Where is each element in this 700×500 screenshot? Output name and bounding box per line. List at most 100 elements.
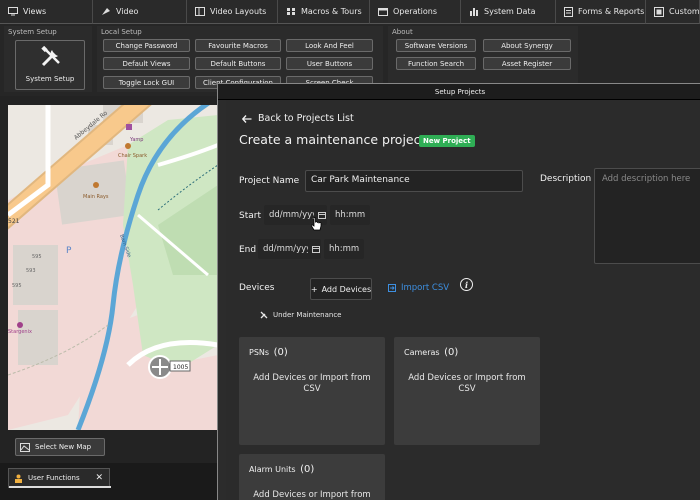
tab-video[interactable]: Video xyxy=(93,0,187,24)
setup-projects-dialog: Setup Projects Back to Projects List Cre… xyxy=(217,83,700,500)
tab-operations[interactable]: Operations xyxy=(370,0,461,24)
place-label: Chair Spark xyxy=(118,153,147,159)
import-csv-label: Import CSV xyxy=(401,283,450,293)
house-number: 595 xyxy=(12,283,22,289)
tab-label: Customize xyxy=(669,7,700,16)
card-title-text: Alarm Units xyxy=(249,465,296,474)
end-time-input[interactable]: hh:mm xyxy=(324,239,364,259)
default-views-button[interactable]: Default Views xyxy=(103,57,190,70)
default-buttons-button[interactable]: Default Buttons xyxy=(195,57,281,70)
arrow-left-icon xyxy=(242,114,252,123)
import-icon xyxy=(388,284,396,292)
video-icon xyxy=(102,8,110,15)
back-link[interactable]: Back to Projects List xyxy=(242,113,354,124)
tab-forms-reports[interactable]: Forms & Reports xyxy=(556,0,646,24)
close-icon[interactable]: ✕ xyxy=(95,473,103,483)
psns-card[interactable]: PSNs (0) Add Devices or Import from CSV xyxy=(239,337,385,445)
function-search-button[interactable]: Function Search xyxy=(396,57,476,70)
tab-label: Forms & Reports xyxy=(578,7,645,16)
project-name-input[interactable]: Car Park Maintenance xyxy=(305,170,523,192)
hand-cursor-icon xyxy=(310,217,322,231)
under-maintenance-label: Under Maintenance xyxy=(273,311,342,319)
start-label: Start xyxy=(239,211,261,221)
project-name-label: Project Name xyxy=(239,176,300,186)
map-view[interactable]: Abbeydale Ro Barn Side Yamp Chair Spark … xyxy=(8,105,218,430)
end-date-input[interactable]: dd/mm/yyyy xyxy=(258,239,321,259)
look-and-feel-button[interactable]: Look And Feel xyxy=(286,39,373,52)
end-label: End xyxy=(239,245,257,255)
dialog-title: Setup Projects xyxy=(434,87,486,96)
customize-icon xyxy=(654,6,664,17)
card-title: Alarm Units (0) xyxy=(249,464,314,475)
parking-label: P xyxy=(66,246,72,256)
marker-label: 1005 xyxy=(173,364,188,371)
layout-icon xyxy=(195,7,205,16)
user-functions-tab[interactable]: User Functions ✕ xyxy=(8,468,111,488)
import-csv-link[interactable]: Import CSV xyxy=(388,283,449,293)
card-empty-text: Add Devices or Import from CSV xyxy=(253,373,371,394)
tab-label: Views xyxy=(23,7,47,16)
user-icon xyxy=(15,474,22,483)
card-empty-text: Add Devices or Import from CSV xyxy=(253,490,371,500)
active-tab-underline xyxy=(9,486,111,488)
description-textarea[interactable]: Add description here xyxy=(594,168,700,264)
change-password-button[interactable]: Change Password xyxy=(103,39,190,52)
group-title: About xyxy=(392,28,413,36)
new-project-badge: New Project xyxy=(419,135,475,147)
back-label: Back to Projects List xyxy=(258,113,354,124)
alarm-units-card[interactable]: Alarm Units (0) Add Devices or Import fr… xyxy=(239,454,385,500)
favourite-macros-button[interactable]: Favourite Macros xyxy=(195,39,281,52)
asset-register-button[interactable]: Asset Register xyxy=(483,57,571,70)
start-time-input[interactable]: hh:mm xyxy=(330,205,370,225)
forms-icon xyxy=(564,6,573,17)
card-count: (0) xyxy=(444,347,459,358)
place-label: Yamp xyxy=(129,137,143,143)
select-map-label: Select New Map xyxy=(35,443,92,451)
house-number: 595 xyxy=(32,254,42,260)
monitor-icon xyxy=(8,7,18,16)
tab-macros-tours[interactable]: Macros & Tours xyxy=(278,0,370,24)
poi-icon xyxy=(17,322,23,328)
chart-icon xyxy=(470,8,478,16)
restaurant-icon xyxy=(93,182,99,188)
card-title: PSNs (0) xyxy=(249,347,288,358)
toggle-lock-gui-button[interactable]: Toggle Lock GUI xyxy=(103,76,190,89)
cafe-icon xyxy=(125,143,131,149)
tab-label: Video Layouts xyxy=(210,7,267,16)
tab-label: Operations xyxy=(393,7,437,16)
tab-views[interactable]: Views xyxy=(0,0,93,24)
add-devices-button[interactable]: + Add Devices xyxy=(310,278,372,300)
user-functions-label: User Functions xyxy=(28,474,80,482)
tab-system-data[interactable]: System Data xyxy=(461,0,556,24)
date-placeholder: dd/mm/yyyy xyxy=(269,210,314,220)
card-count: (0) xyxy=(300,464,315,475)
dialog-title-bar: Setup Projects xyxy=(218,84,700,100)
place-label: Main Rays xyxy=(83,194,109,200)
place-label: Stargenix xyxy=(8,329,32,335)
system-setup-label: System Setup xyxy=(25,75,75,83)
card-title: Cameras (0) xyxy=(404,347,458,358)
cameras-card[interactable]: Cameras (0) Add Devices or Import from C… xyxy=(394,337,540,445)
tab-label: System Data xyxy=(484,7,536,16)
description-label: Description xyxy=(540,174,592,184)
wrench-icon xyxy=(260,311,268,319)
info-icon[interactable]: i xyxy=(460,278,473,291)
date-placeholder: dd/mm/yyyy xyxy=(263,244,308,254)
shop-icon xyxy=(126,124,132,130)
card-title-text: Cameras xyxy=(404,348,440,357)
user-buttons-button[interactable]: User Buttons xyxy=(286,57,373,70)
select-new-map-button[interactable]: Select New Map xyxy=(15,438,105,456)
system-setup-button[interactable]: System Setup xyxy=(15,40,85,90)
tab-customize[interactable]: Customize xyxy=(646,0,700,24)
about-synergy-button[interactable]: About Synergy xyxy=(483,39,571,52)
tab-label: Macros & Tours xyxy=(301,7,362,16)
under-maintenance-tag: Under Maintenance xyxy=(260,311,342,319)
macros-icon xyxy=(287,8,295,15)
tools-icon xyxy=(41,46,60,67)
software-versions-button[interactable]: Software Versions xyxy=(396,39,476,52)
app-window: Views Video Video Layouts Macros & Tours… xyxy=(0,0,700,500)
tab-video-layouts[interactable]: Video Layouts xyxy=(187,0,278,24)
calendar-icon[interactable] xyxy=(312,245,320,253)
page-title: Create a maintenance project xyxy=(239,132,426,147)
card-empty-text: Add Devices or Import from CSV xyxy=(408,373,526,394)
